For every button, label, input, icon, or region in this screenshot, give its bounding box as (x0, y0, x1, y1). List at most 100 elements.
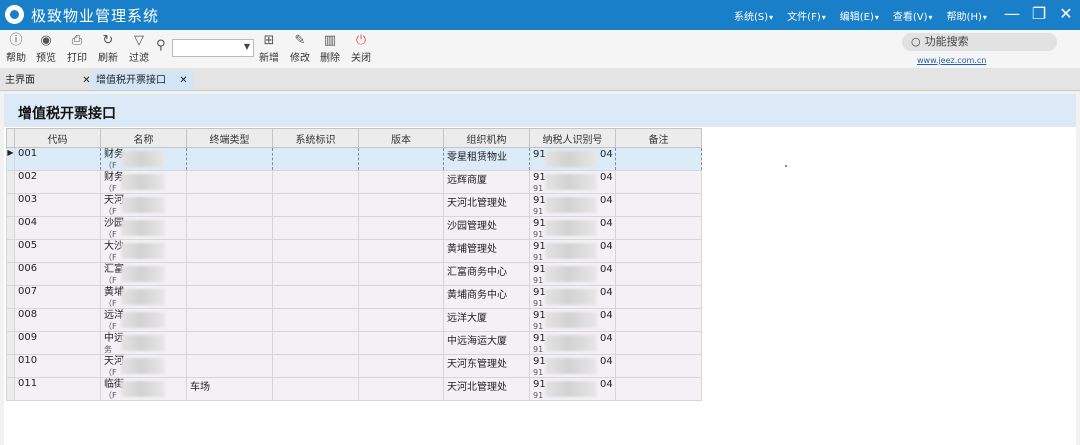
cell-organization[interactable]: 汇富商务中心 (443, 262, 530, 286)
cell-version[interactable] (358, 308, 444, 332)
restore-icon[interactable]: ❐ (1031, 4, 1047, 24)
refresh-button[interactable]: ↻ 刷新 (98, 33, 118, 64)
cell-terminal-type[interactable] (186, 262, 273, 286)
table-row[interactable]: ▶ 001 财务 （F 零星租赁物业 91 04 (6, 147, 702, 171)
chevron-down-icon[interactable]: ▼ (244, 42, 250, 51)
cell-remarks[interactable] (615, 216, 702, 240)
table-row[interactable]: 009 中远务 中远海运大厦 91 04 91 (6, 331, 702, 355)
menu-system[interactable]: 系统(S) (734, 8, 773, 23)
table-row[interactable]: 002 财务 （F 远辉商厦 91 04 91 (6, 170, 702, 194)
cell-system-id[interactable] (272, 262, 359, 286)
cell-name[interactable]: 大沙 （F (100, 239, 187, 263)
close-button[interactable]: ⏻ 关闭 (351, 33, 371, 64)
cell-organization[interactable]: 天河北管理处 (443, 193, 530, 217)
table-row[interactable]: 008 远洋 （F 远洋大厦 91 04 91 (6, 308, 702, 332)
cell-terminal-type[interactable] (186, 147, 273, 171)
edit-button[interactable]: ✎ 修改 (290, 33, 310, 64)
cell-remarks[interactable] (615, 308, 702, 332)
cell-remarks[interactable] (615, 262, 702, 286)
cell-system-id[interactable] (272, 170, 359, 194)
cell-code[interactable]: 011 (14, 377, 101, 401)
website-link[interactable]: www.jeez.com.cn (917, 56, 986, 65)
cell-version[interactable] (358, 377, 444, 401)
cell-terminal-type[interactable] (186, 193, 273, 217)
cell-taxpayer-id[interactable]: 91 04 91 (529, 262, 616, 286)
column-header-remarks[interactable]: 备注 (615, 128, 702, 148)
cell-system-id[interactable] (272, 377, 359, 401)
cell-version[interactable] (358, 262, 444, 286)
table-row[interactable]: 003 天河 （F 天河北管理处 91 04 91 (6, 193, 702, 217)
cell-name[interactable]: 中远务 (100, 331, 187, 355)
minimize-icon[interactable]: — (1004, 4, 1020, 24)
cell-remarks[interactable] (615, 331, 702, 355)
cell-code[interactable]: 001 (14, 147, 101, 171)
menu-view[interactable]: 查看(V) (893, 8, 933, 23)
cell-taxpayer-id[interactable]: 91 04 91 (529, 193, 616, 217)
cell-name[interactable]: 远洋 （F (100, 308, 187, 332)
cell-version[interactable] (358, 216, 444, 240)
cell-remarks[interactable] (615, 239, 702, 263)
table-row[interactable]: 011 临街 （F 车场 天河北管理处 91 04 91 (6, 377, 702, 401)
cell-remarks[interactable] (615, 377, 702, 401)
cell-taxpayer-id[interactable]: 91 04 91 (529, 170, 616, 194)
column-header-version[interactable]: 版本 (358, 128, 444, 148)
cell-system-id[interactable] (272, 193, 359, 217)
column-header-system-id[interactable]: 系统标识 (272, 128, 359, 148)
filter-button[interactable]: ▽ 过滤 (129, 33, 149, 64)
cell-name[interactable]: 黄埔 （F (100, 285, 187, 309)
cell-taxpayer-id[interactable]: 91 04 91 (529, 354, 616, 378)
cell-terminal-type[interactable] (186, 239, 273, 263)
cell-system-id[interactable] (272, 354, 359, 378)
cell-name[interactable]: 汇富 （F (100, 262, 187, 286)
cell-version[interactable] (358, 331, 444, 355)
tab-vat-invoice[interactable]: 增值税开票接口 ✕ (91, 71, 193, 90)
table-row[interactable]: 004 沙园 （F 沙园管理处 91 04 91 (6, 216, 702, 240)
preview-button[interactable]: ◉ 预览 (36, 33, 56, 64)
column-header-name[interactable]: 名称 (100, 128, 187, 148)
cell-version[interactable] (358, 354, 444, 378)
cell-taxpayer-id[interactable]: 91 04 91 (529, 331, 616, 355)
column-header-terminal-type[interactable]: 终端类型 (186, 128, 273, 148)
cell-system-id[interactable] (272, 239, 359, 263)
cell-organization[interactable]: 中远海运大厦 (443, 331, 530, 355)
cell-name[interactable]: 临街 （F (100, 377, 187, 401)
cell-name[interactable]: 天河 （F (100, 354, 187, 378)
cell-name[interactable]: 沙园 （F (100, 216, 187, 240)
add-button[interactable]: ⊞ 新增 (259, 33, 279, 64)
help-button[interactable]: ⓘ 帮助 (6, 33, 26, 64)
cell-code[interactable]: 008 (14, 308, 101, 332)
cell-terminal-type[interactable] (186, 285, 273, 309)
cell-taxpayer-id[interactable]: 91 04 91 (529, 377, 616, 401)
cell-remarks[interactable] (615, 285, 702, 309)
cell-system-id[interactable] (272, 285, 359, 309)
delete-button[interactable]: ▥ 删除 (320, 33, 340, 64)
menu-file[interactable]: 文件(F) (787, 8, 826, 23)
cell-terminal-type[interactable] (186, 216, 273, 240)
cell-organization[interactable]: 沙园管理处 (443, 216, 530, 240)
cell-organization[interactable]: 黄埔管理处 (443, 239, 530, 263)
cell-code[interactable]: 002 (14, 170, 101, 194)
cell-organization[interactable]: 远辉商厦 (443, 170, 530, 194)
cell-name[interactable]: 天河 （F (100, 193, 187, 217)
tab-main[interactable]: 主界面 ✕ (5, 71, 91, 90)
column-header-taxpayer-id[interactable]: 纳税人识别号 (529, 128, 616, 148)
cell-remarks[interactable] (615, 193, 702, 217)
cell-name[interactable]: 财务 （F (100, 170, 187, 194)
close-icon[interactable]: ✕ (82, 75, 90, 86)
feature-search-input[interactable]: ○ 功能搜索 (902, 33, 1057, 51)
cell-version[interactable] (358, 170, 444, 194)
menu-edit[interactable]: 编辑(E) (840, 8, 879, 23)
cell-code[interactable]: 007 (14, 285, 101, 309)
cell-code[interactable]: 006 (14, 262, 101, 286)
cell-version[interactable] (358, 193, 444, 217)
cell-taxpayer-id[interactable]: 91 04 91 (529, 216, 616, 240)
cell-remarks[interactable] (615, 170, 702, 194)
cell-code[interactable]: 009 (14, 331, 101, 355)
filter-combobox[interactable]: ▼ (172, 39, 254, 57)
cell-taxpayer-id[interactable]: 91 04 91 (529, 239, 616, 263)
cell-terminal-type[interactable] (186, 354, 273, 378)
cell-terminal-type[interactable]: 车场 (186, 377, 273, 401)
cell-taxpayer-id[interactable]: 91 04 91 (529, 285, 616, 309)
cell-organization[interactable]: 远洋大厦 (443, 308, 530, 332)
cell-terminal-type[interactable] (186, 170, 273, 194)
